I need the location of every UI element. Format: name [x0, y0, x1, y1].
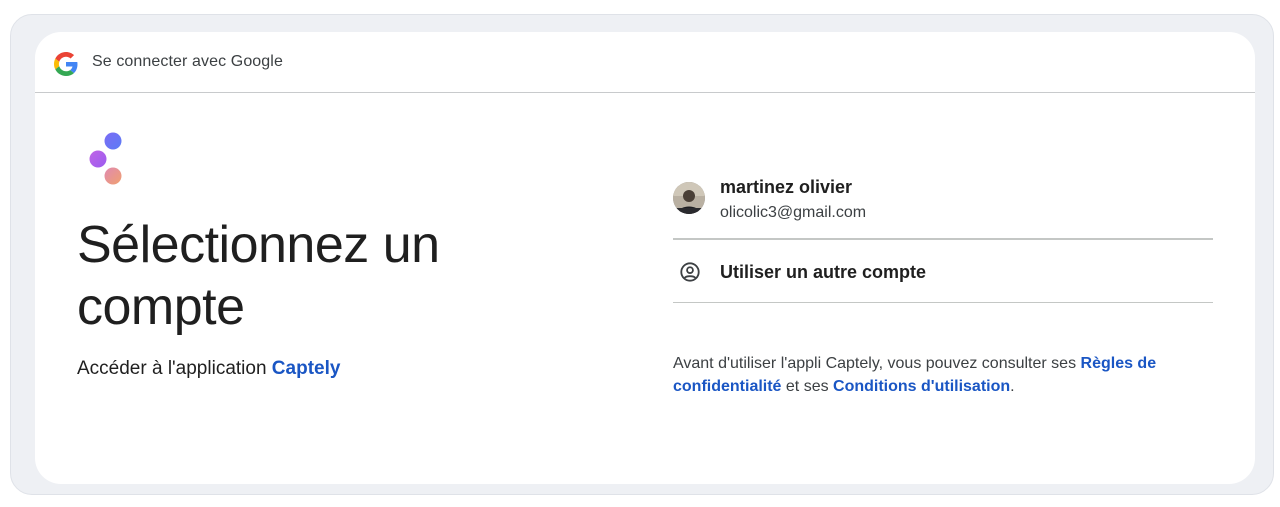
avatar-photo-icon — [673, 182, 705, 214]
avatar — [673, 182, 705, 214]
header-title: Se connecter avec Google — [92, 53, 283, 70]
google-logo-icon — [54, 52, 78, 76]
use-another-account-button[interactable]: Utiliser un autre compte — [673, 240, 1213, 303]
terms-of-service-link[interactable]: Conditions d'utilisation — [833, 378, 1010, 395]
subtitle: Accéder à l'application Captely — [77, 358, 340, 380]
account-item[interactable]: martinez olivier olicolic3@gmail.com — [673, 170, 1213, 240]
legal-text-middle: et ses — [781, 378, 834, 395]
header-bar: Se connecter avec Google — [35, 32, 1255, 93]
app-name-link[interactable]: Captely — [272, 358, 341, 379]
account-email: olicolic3@gmail.com — [720, 204, 867, 221]
legal-text-before: Avant d'utiliser l'appli Captely, vous p… — [673, 355, 1081, 372]
legal-notice: Avant d'utiliser l'appli Captely, vous p… — [673, 352, 1213, 398]
account-name: martinez olivier — [720, 177, 853, 197]
subtitle-prefix: Accéder à l'application — [77, 358, 272, 379]
legal-text-after: . — [1010, 378, 1015, 395]
page-title: Sélectionnez un compte — [77, 216, 440, 336]
account-circle-icon — [680, 262, 700, 282]
captely-logo-icon — [89, 132, 122, 185]
sign-in-card: Se connecter avec Google Sélectionnez un… — [35, 32, 1255, 484]
use-another-account-label: Utiliser un autre compte — [720, 262, 927, 282]
